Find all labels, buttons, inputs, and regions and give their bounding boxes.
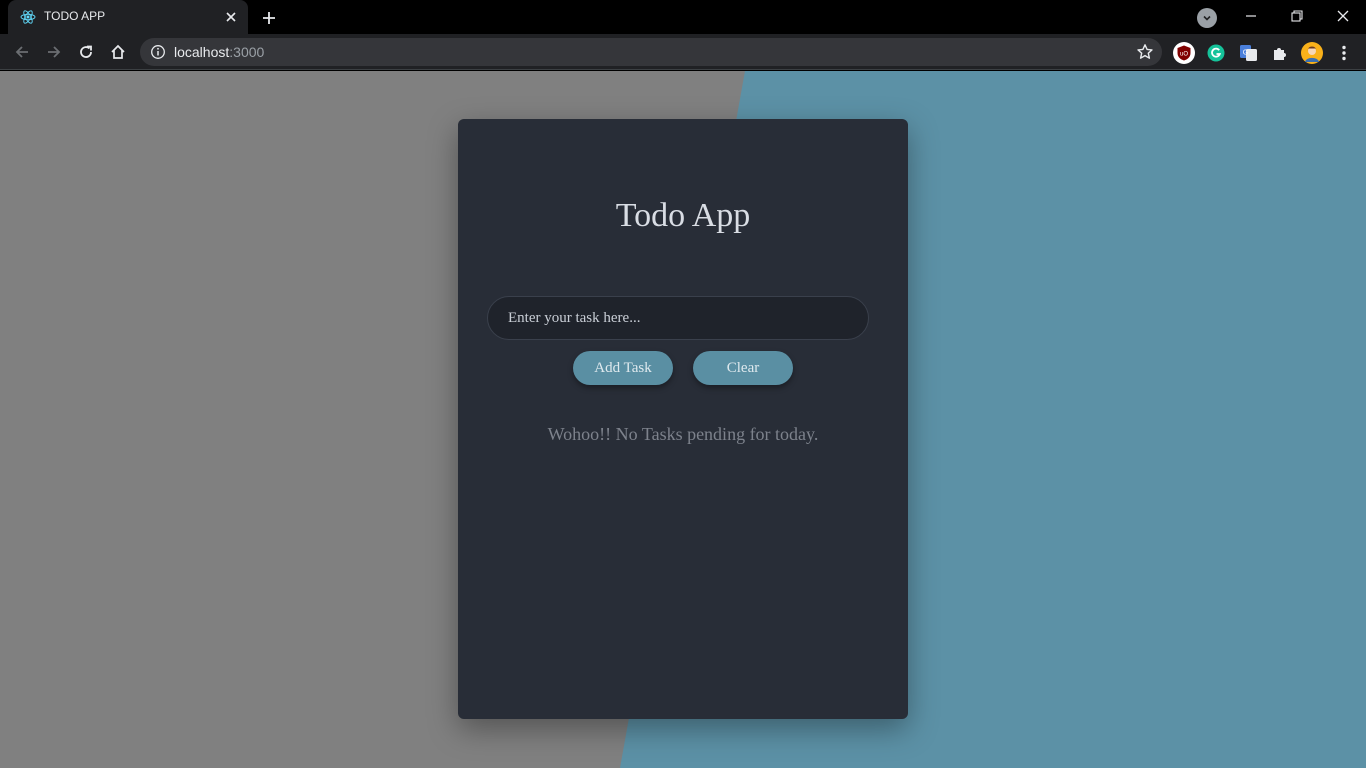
url-text: localhost:3000 [174, 44, 264, 60]
ublock-origin-icon[interactable]: uO [1173, 42, 1195, 64]
puzzle-extensions-icon[interactable] [1269, 42, 1291, 64]
site-info-icon[interactable] [150, 44, 166, 60]
bookmark-star-icon[interactable] [1136, 43, 1154, 61]
forward-icon[interactable] [40, 38, 68, 66]
close-window-icon[interactable] [1320, 0, 1366, 32]
add-task-button[interactable]: Add Task [573, 351, 673, 385]
browser-tab[interactable]: TODO APP [8, 0, 248, 34]
tab-search-icon[interactable] [1197, 8, 1217, 28]
todo-card: Todo App Add Task Clear Wohoo!! No Tasks… [458, 119, 908, 719]
url-port: :3000 [229, 44, 265, 60]
clear-button[interactable]: Clear [693, 351, 793, 385]
profile-avatar-icon[interactable] [1301, 42, 1323, 64]
browser-menu-icon[interactable] [1333, 42, 1355, 64]
svg-text:G: G [1243, 50, 1248, 57]
reload-icon[interactable] [72, 38, 100, 66]
home-icon[interactable] [104, 38, 132, 66]
url-host: localhost [174, 44, 230, 60]
back-icon[interactable] [8, 38, 36, 66]
minimize-icon[interactable] [1228, 0, 1274, 32]
browser-title-bar: TODO APP [0, 0, 1366, 34]
app-title: Todo App [615, 197, 751, 234]
browser-toolbar: localhost:3000 uO G [0, 34, 1366, 70]
restore-icon[interactable] [1274, 0, 1320, 32]
grammarly-icon[interactable] [1205, 42, 1227, 64]
new-tab-icon[interactable] [258, 7, 280, 29]
react-icon [20, 10, 36, 24]
svg-text:uO: uO [1180, 52, 1188, 58]
close-tab-icon[interactable] [222, 8, 240, 26]
address-bar[interactable]: localhost:3000 [140, 38, 1162, 66]
task-input[interactable] [487, 296, 869, 340]
empty-state-message: Wohoo!! No Tasks pending for today. [547, 424, 819, 444]
google-translate-icon[interactable]: G [1237, 42, 1259, 64]
tab-title: TODO APP [44, 9, 106, 23]
page-viewport: Todo App Add Task Clear Wohoo!! No Tasks… [0, 71, 1366, 768]
